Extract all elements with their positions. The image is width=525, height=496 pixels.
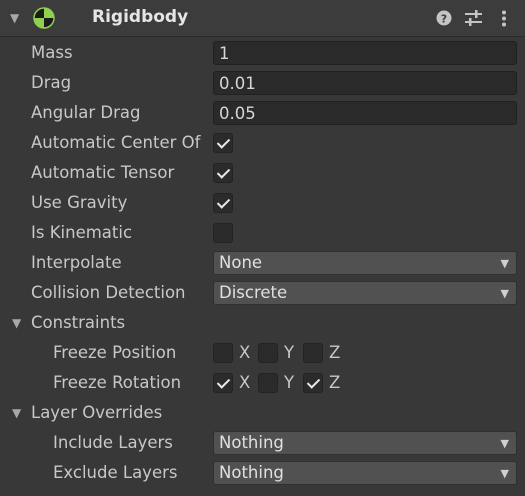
include-layers-value: Nothing	[219, 433, 284, 452]
preset-sliders-icon[interactable]	[465, 10, 483, 26]
automatic-center-label: Automatic Center Of	[31, 133, 201, 152]
collision-detection-dropdown[interactable]: Discrete ▼	[213, 281, 517, 305]
interpolate-dropdown[interactable]: None ▼	[213, 251, 517, 275]
foldout-triangle-icon[interactable]: ▼	[10, 11, 19, 25]
constraints-label[interactable]: Constraints	[31, 313, 125, 332]
interpolate-label: Interpolate	[31, 253, 122, 272]
include-layers-label: Include Layers	[53, 433, 173, 452]
use-gravity-checkbox[interactable]	[213, 193, 233, 213]
constraints-foldout-icon[interactable]: ▼	[12, 316, 21, 330]
automatic-tensor-checkbox[interactable]	[213, 163, 233, 183]
automatic-center-checkbox[interactable]	[213, 133, 233, 153]
automatic-tensor-label: Automatic Tensor	[31, 163, 175, 182]
is-kinematic-checkbox[interactable]	[213, 223, 233, 243]
drag-field[interactable]: 0.01	[213, 71, 517, 95]
freeze-position-y-checkbox[interactable]	[258, 343, 278, 363]
use-gravity-label: Use Gravity	[31, 193, 128, 212]
drag-label: Drag	[31, 73, 72, 92]
dropdown-arrow-icon: ▼	[500, 287, 509, 300]
angular-drag-label: Angular Drag	[31, 103, 141, 122]
freeze-rotation-label: Freeze Rotation	[53, 373, 182, 392]
freeze-position-z-checkbox[interactable]	[303, 343, 323, 363]
dropdown-arrow-icon: ▼	[500, 257, 509, 270]
freeze-rotation-z-label: Z	[329, 373, 341, 392]
more-vertical-icon[interactable]	[501, 10, 507, 27]
include-layers-dropdown[interactable]: Nothing ▼	[213, 431, 517, 455]
collision-detection-value: Discrete	[219, 283, 288, 302]
freeze-rotation-y-label: Y	[284, 373, 295, 392]
mass-label: Mass	[31, 43, 73, 62]
exclude-layers-dropdown[interactable]: Nothing ▼	[213, 461, 517, 485]
freeze-position-z-label: Z	[329, 343, 341, 362]
mass-field[interactable]: 1	[213, 41, 517, 65]
svg-text:?: ?	[441, 13, 447, 26]
layer-overrides-label[interactable]: Layer Overrides	[31, 403, 162, 422]
freeze-rotation-y-checkbox[interactable]	[258, 373, 278, 393]
freeze-rotation-z-checkbox[interactable]	[303, 373, 323, 393]
freeze-rotation-x-label: X	[239, 373, 251, 392]
dropdown-arrow-icon: ▼	[500, 437, 509, 450]
interpolate-value: None	[219, 253, 263, 272]
layer-overrides-foldout-icon[interactable]: ▼	[12, 406, 21, 420]
exclude-layers-label: Exclude Layers	[53, 463, 178, 482]
help-icon[interactable]: ?	[436, 10, 452, 26]
component-title: Rigidbody	[92, 7, 189, 27]
dropdown-arrow-icon: ▼	[500, 467, 509, 480]
freeze-position-y-label: Y	[284, 343, 295, 362]
angular-drag-field[interactable]: 0.05	[213, 101, 517, 125]
freeze-position-x-label: X	[239, 343, 251, 362]
rigidbody-icon	[33, 7, 55, 29]
freeze-rotation-x-checkbox[interactable]	[213, 373, 233, 393]
exclude-layers-value: Nothing	[219, 463, 284, 482]
collision-detection-label: Collision Detection	[31, 283, 186, 302]
freeze-position-label: Freeze Position	[53, 343, 177, 362]
is-kinematic-label: Is Kinematic	[31, 223, 133, 242]
freeze-position-x-checkbox[interactable]	[213, 343, 233, 363]
